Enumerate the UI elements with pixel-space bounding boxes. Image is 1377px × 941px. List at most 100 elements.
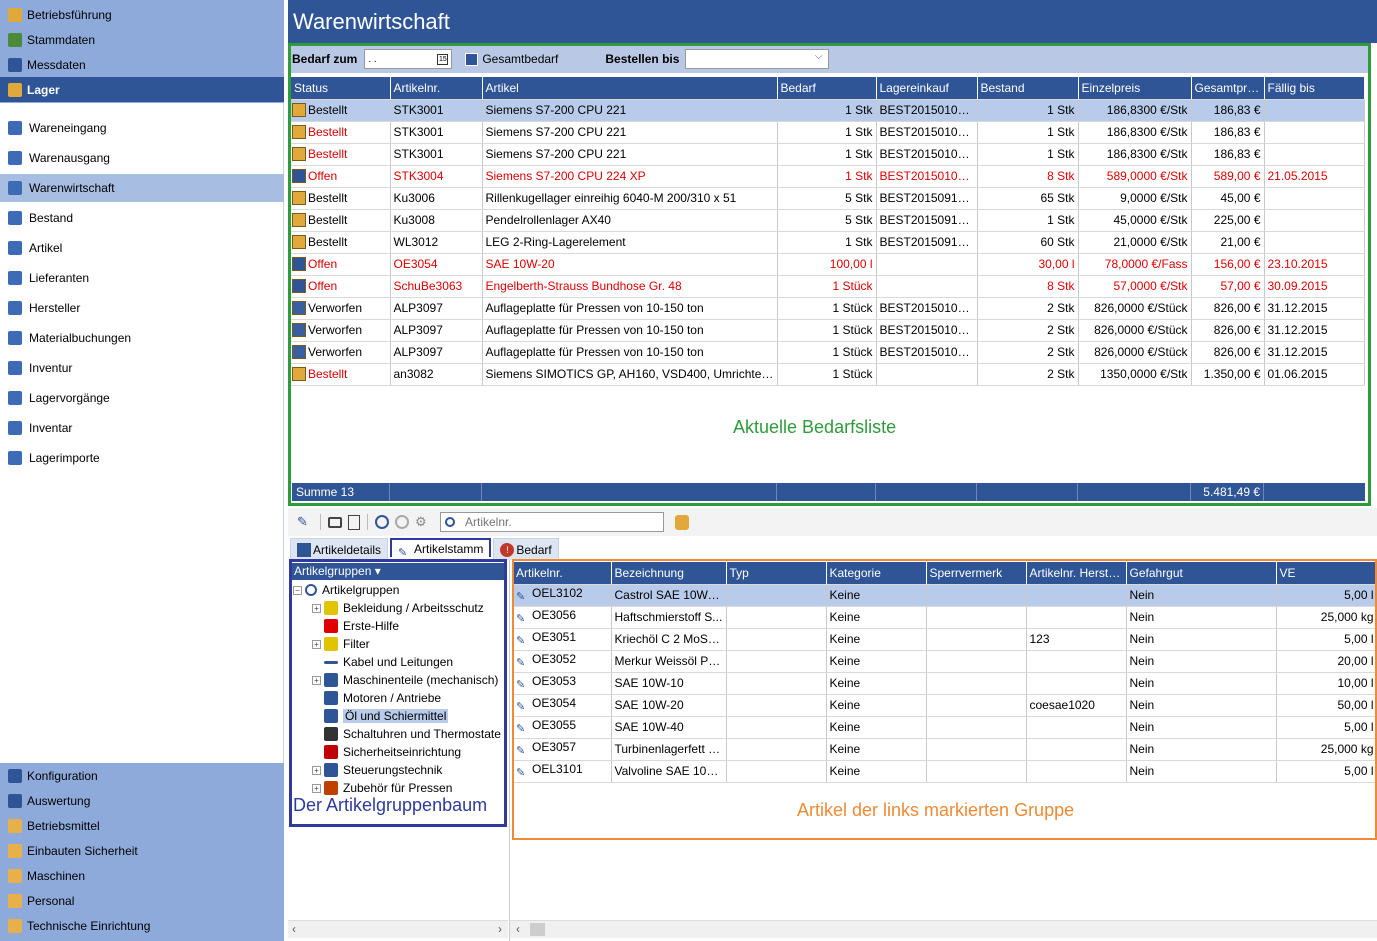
tools-icon[interactable]: ✎ bbox=[297, 514, 313, 530]
goods-out-icon bbox=[8, 151, 22, 165]
group-articles-annotation: Artikel der links markierten Gruppe bbox=[797, 800, 1075, 820]
search-input[interactable] bbox=[465, 515, 645, 529]
sidebar-item-label: Einbauten Sicherheit bbox=[27, 843, 138, 858]
sidebar-item-label: Betriebsmittel bbox=[27, 818, 100, 833]
chevron-left-icon[interactable]: ‹ bbox=[292, 922, 296, 936]
article-search-field[interactable] bbox=[440, 512, 664, 532]
folder-icon bbox=[8, 818, 22, 833]
refresh-icon[interactable] bbox=[395, 515, 409, 529]
booking-icon bbox=[8, 331, 22, 345]
sidebar-item-messdaten[interactable]: Messdaten bbox=[0, 52, 284, 77]
stocktaking-icon bbox=[8, 361, 22, 375]
tab-label: Artikelstamm bbox=[414, 541, 484, 556]
probe-icon bbox=[8, 57, 22, 72]
goods-in-icon bbox=[8, 121, 22, 135]
sidebar-item-lagerimporte[interactable]: Lagerimporte bbox=[0, 444, 284, 472]
chevron-right-icon[interactable]: › bbox=[498, 922, 502, 936]
sidebar-item-inventar[interactable]: Inventar bbox=[0, 414, 284, 442]
database-icon[interactable] bbox=[675, 514, 689, 530]
sidebar-item-lager[interactable]: Lager bbox=[0, 77, 284, 102]
upload-icon[interactable] bbox=[375, 515, 389, 529]
folder-icon bbox=[8, 893, 22, 908]
sidebar-item-materialbuchungen[interactable]: Materialbuchungen bbox=[0, 324, 284, 352]
inventory-icon bbox=[8, 421, 22, 435]
sidebar-item-label: Lieferanten bbox=[29, 271, 90, 285]
article-scrollbar[interactable]: ‹ bbox=[510, 920, 1377, 938]
sidebar-item-stammdaten[interactable]: Stammdaten bbox=[0, 27, 284, 52]
tab-label: Artikeldetails bbox=[313, 542, 382, 557]
search-icon bbox=[445, 517, 455, 527]
print-icon[interactable] bbox=[328, 516, 342, 528]
stock-icon bbox=[8, 211, 22, 225]
warehouse-icon bbox=[8, 82, 22, 97]
inventory-grid-icon bbox=[8, 181, 22, 195]
sidebar-item-lagervorgänge[interactable]: Lagervorgänge bbox=[0, 384, 284, 412]
sidebar-item-personal[interactable]: Personal bbox=[0, 888, 284, 913]
tab-artikeldetails[interactable]: Artikeldetails bbox=[290, 538, 389, 560]
sidebar-item-bestand[interactable]: Bestand bbox=[0, 204, 284, 232]
tools-icon: ✎ bbox=[398, 546, 408, 559]
sidebar-item-inventur[interactable]: Inventur bbox=[0, 354, 284, 382]
wheel-icon bbox=[8, 7, 22, 22]
sidebar-item-betriebsführung[interactable]: Betriebsführung bbox=[0, 2, 284, 27]
sidebar-item-label: Lagervorgänge bbox=[29, 391, 110, 405]
sidebar-item-label: Personal bbox=[27, 893, 75, 908]
gear-icon bbox=[8, 768, 22, 783]
group-tree-annotation: Der Artikelgruppenbaum bbox=[293, 795, 488, 815]
sidebar-item-betriebsmittel[interactable]: Betriebsmittel bbox=[0, 813, 284, 838]
sidebar-item-technische-einrichtung[interactable]: Technische Einrichtung bbox=[0, 913, 284, 938]
sidebar-item-artikel[interactable]: Artikel bbox=[0, 234, 284, 262]
sidebar-item-label: Wareneingang bbox=[29, 121, 107, 135]
article-toolbar: ✎ ⚙ bbox=[288, 508, 1377, 536]
tree-scrollbar[interactable]: ‹ › bbox=[288, 920, 508, 938]
folder-icon bbox=[8, 843, 22, 858]
sidebar-item-label: Stammdaten bbox=[27, 32, 96, 47]
sidebar-item-einbauten-sicherheit[interactable]: Einbauten Sicherheit bbox=[0, 838, 284, 863]
print-preview-icon[interactable] bbox=[348, 514, 360, 530]
person-icon bbox=[8, 32, 22, 47]
sidebar-item-label: Auswertung bbox=[27, 793, 91, 808]
process-icon bbox=[8, 391, 22, 405]
sidebar-item-label: Lagerimporte bbox=[29, 451, 100, 465]
sidebar-item-label: Warenwirtschaft bbox=[29, 181, 115, 195]
article-icon bbox=[8, 241, 22, 255]
tab-label: Bedarf bbox=[516, 542, 552, 557]
sidebar-item-lieferanten[interactable]: Lieferanten bbox=[0, 264, 284, 292]
sidebar-item-auswertung[interactable]: Auswertung bbox=[0, 788, 284, 813]
sidebar-item-label: Inventar bbox=[29, 421, 73, 435]
report-icon bbox=[8, 793, 22, 808]
folder-icon bbox=[8, 868, 22, 883]
sidebar-item-label: Maschinen bbox=[27, 868, 86, 883]
sidebar-item-konfiguration[interactable]: Konfiguration bbox=[0, 763, 284, 788]
page-title: Warenwirtschaft bbox=[288, 0, 1377, 43]
import-icon bbox=[8, 451, 22, 465]
sidebar-item-hersteller[interactable]: Hersteller bbox=[0, 294, 284, 322]
demand-list-annotation: Aktuelle Bedarfsliste bbox=[733, 417, 897, 437]
sidebar-item-warenausgang[interactable]: Warenausgang bbox=[0, 144, 284, 172]
sidebar-item-wareneingang[interactable]: Wareneingang bbox=[0, 114, 284, 142]
supplier-icon bbox=[8, 271, 22, 285]
sidebar-item-label: Artikel bbox=[29, 241, 63, 255]
sidebar-item-maschinen[interactable]: Maschinen bbox=[0, 863, 284, 888]
sidebar-item-label: Konfiguration bbox=[27, 768, 98, 783]
tab-bedarf[interactable]: ! Bedarf bbox=[493, 538, 559, 560]
sidebar-item-label: Warenausgang bbox=[29, 151, 110, 165]
chevron-left-icon[interactable]: ‹ bbox=[516, 922, 520, 936]
sidebar-item-label: Messdaten bbox=[27, 57, 86, 72]
settings-gear-icon[interactable]: ⚙ bbox=[415, 514, 431, 530]
group-tree-highlight bbox=[289, 559, 507, 827]
manufacturer-icon bbox=[8, 301, 22, 315]
group-articles-highlight bbox=[512, 559, 1377, 840]
sidebar-item-label: Lager bbox=[27, 82, 60, 97]
sidebar-item-warenwirtschaft[interactable]: Warenwirtschaft bbox=[0, 174, 284, 202]
tab-bar: Artikeldetails ✎ Artikelstamm ! Bedarf bbox=[290, 538, 561, 560]
sidebar-item-label: Bestand bbox=[29, 211, 74, 225]
tab-artikelstamm[interactable]: ✎ Artikelstamm bbox=[390, 538, 492, 559]
sidebar-item-label: Betriebsführung bbox=[27, 7, 112, 22]
sidebar-item-label: Materialbuchungen bbox=[29, 331, 132, 345]
sidebar-item-label: Technische Einrichtung bbox=[27, 918, 151, 933]
grid-icon bbox=[297, 542, 311, 557]
sidebar-item-label: Hersteller bbox=[29, 301, 81, 315]
scroll-thumb[interactable] bbox=[530, 923, 545, 936]
folder-icon bbox=[8, 918, 22, 933]
